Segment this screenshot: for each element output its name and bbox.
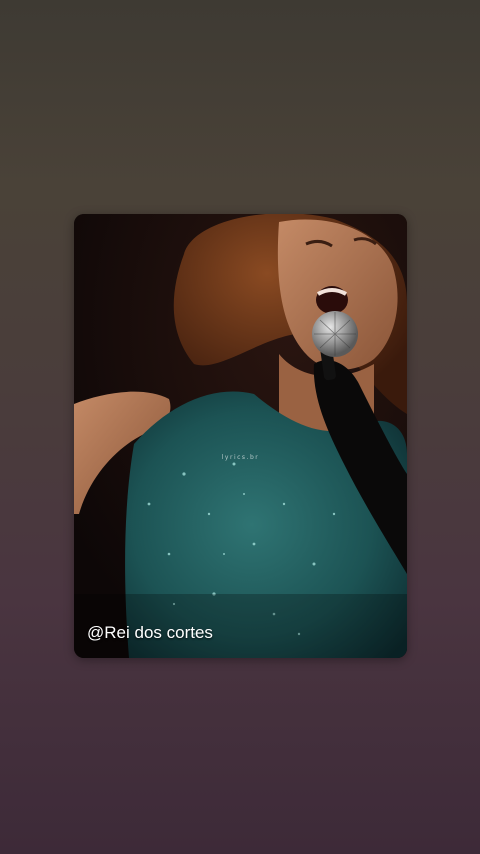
story-media-card[interactable]: lyrics.br @Rei dos cortes — [74, 214, 407, 658]
singer-photo — [74, 214, 407, 658]
mention-tag[interactable]: @Rei dos cortes — [87, 623, 213, 643]
video-watermark: lyrics.br — [221, 454, 260, 461]
